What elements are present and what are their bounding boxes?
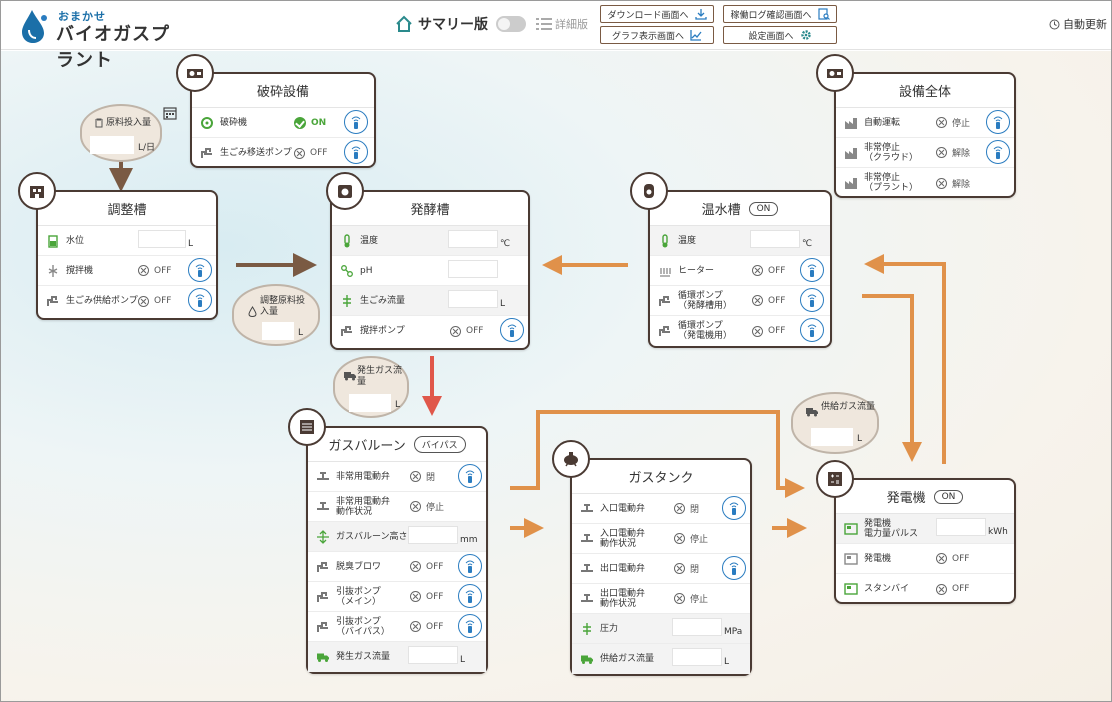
window-frame xyxy=(0,0,1112,702)
